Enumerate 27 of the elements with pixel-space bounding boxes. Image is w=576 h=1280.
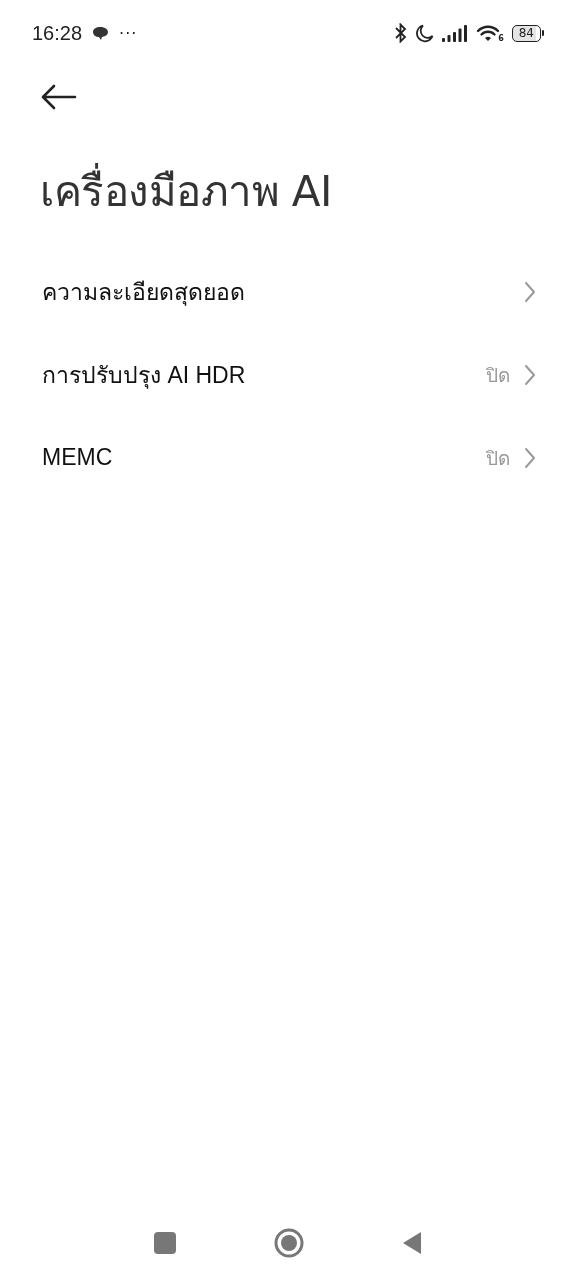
page-title: เครื่องมือภาพ AI [40,158,576,224]
square-icon [154,1232,176,1254]
chevron-right-icon [524,363,536,386]
chevron-right-icon [524,446,536,469]
chat-bubble-icon [92,25,110,41]
back-arrow-icon [41,84,77,110]
setting-row[interactable]: MEMC ปิด [0,416,576,499]
clock: 16:28 [32,21,83,45]
setting-label: MEMC [42,444,114,471]
bluetooth-icon [395,23,408,43]
back-nav-button[interactable] [402,1231,422,1255]
triangle-icon [402,1231,422,1255]
wifi-label: 6 [498,33,504,43]
recents-button[interactable] [154,1232,176,1254]
setting-value: ปิด [486,446,510,471]
battery-level: 84 [511,24,541,42]
chevron-right-icon [524,280,536,303]
signal-icon [442,24,469,42]
setting-label: ความละเอียดสุดยอด [42,277,246,308]
setting-row[interactable]: ความละเอียดสุดยอด [0,250,576,333]
moon-icon [415,23,435,43]
setting-value: ปิด [486,363,510,388]
setting-label: การปรับปรุง AI HDR [42,360,247,391]
setting-row[interactable]: การปรับปรุง AI HDR ปิด [0,333,576,416]
home-button[interactable] [274,1228,304,1258]
more-notifications: ··· [119,23,138,43]
circle-icon [274,1228,304,1258]
